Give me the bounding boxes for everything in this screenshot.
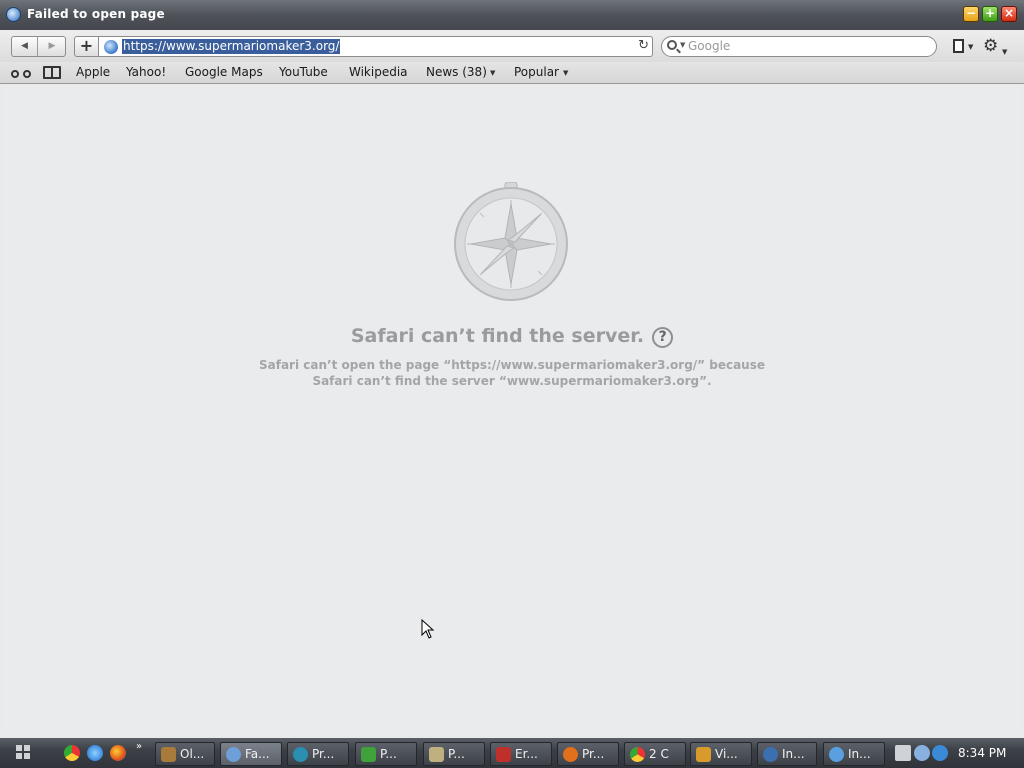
chrome-icon[interactable]	[64, 745, 80, 761]
bookmark-news[interactable]: News (38)	[426, 65, 487, 79]
error-line-1: Safari can’t open the page “https://www.…	[258, 358, 766, 372]
url-text[interactable]: https://www.supermariomaker3.org/	[122, 39, 341, 54]
mouse-cursor-icon	[421, 619, 435, 639]
globe-icon	[104, 40, 118, 54]
search-icon	[667, 40, 677, 50]
forward-button[interactable]: ▶	[39, 37, 65, 56]
bookmark-popular[interactable]: Popular	[514, 65, 559, 79]
maximize-button[interactable]: +	[982, 6, 998, 22]
bookmark-yahoo[interactable]: Yahoo!	[126, 65, 166, 79]
task-item[interactable]: Fa...	[220, 742, 282, 766]
search-placeholder: Google	[688, 39, 731, 53]
error-heading-text: Safari can’t find the server.	[350, 325, 645, 347]
page-icon	[953, 39, 964, 53]
help-button[interactable]: ?	[652, 327, 674, 348]
error-line-2: Safari can’t find the server “www.superm…	[312, 374, 712, 388]
bookmark-apple[interactable]: Apple	[76, 65, 110, 79]
taskbar: » Ol... Fa... Pr... P... P... Er... Pr..…	[0, 738, 1024, 768]
task-item[interactable]: Ol...	[155, 742, 215, 766]
task-item[interactable]: Er...	[490, 742, 552, 766]
close-button[interactable]: ×	[1001, 6, 1017, 22]
bookmark-google-maps[interactable]: Google Maps	[185, 65, 263, 79]
keyboard-icon[interactable]	[895, 745, 911, 761]
title-bar: Failed to open page − + ×	[0, 0, 1024, 30]
error-heading: Safari can’t find the server.?	[3, 325, 1021, 348]
error-message: Safari can’t open the page “https://www.…	[3, 357, 1021, 389]
tray-arrow-icon[interactable]	[914, 745, 930, 761]
nav-buttons: ◀ ▶	[11, 36, 66, 57]
start-button[interactable]	[14, 743, 40, 763]
add-bookmark-button[interactable]: +	[74, 36, 99, 57]
internet-explorer-icon[interactable]	[87, 745, 103, 761]
chevron-down-icon: ▼	[563, 69, 569, 77]
window-title: Failed to open page	[27, 7, 165, 21]
bookmark-wikipedia[interactable]: Wikipedia	[349, 65, 408, 79]
chevron-down-icon: ▼	[1002, 48, 1008, 56]
bookmark-youtube[interactable]: YouTube	[279, 65, 328, 79]
task-item[interactable]: 2 C	[624, 742, 686, 766]
compass-icon	[454, 182, 568, 301]
task-item[interactable]: In...	[757, 742, 817, 766]
address-bar[interactable]: https://www.supermariomaker3.org/ ↻	[99, 36, 653, 57]
task-item[interactable]: Vi...	[690, 742, 752, 766]
reload-icon[interactable]: ↻	[638, 38, 649, 53]
browser-toolbar: ◀ ▶ + https://www.supermariomaker3.org/ …	[0, 30, 1024, 62]
settings-menu-button[interactable]: ⚙ ▼	[983, 37, 1009, 57]
page-content: Safari can’t find the server.? Safari ca…	[3, 85, 1021, 735]
task-item[interactable]: P...	[355, 742, 417, 766]
chevron-down-icon: ▼	[490, 69, 496, 77]
task-item[interactable]: Pr...	[287, 742, 349, 766]
chevron-down-icon: ▼	[968, 43, 974, 51]
chevron-down-icon: ▼	[680, 41, 686, 49]
firefox-icon[interactable]	[110, 745, 126, 761]
page-menu-button[interactable]: ▼	[953, 39, 977, 56]
bookmarks-icon[interactable]	[43, 66, 61, 79]
safari-icon	[6, 7, 21, 22]
minimize-button[interactable]: −	[963, 6, 979, 22]
more-icon[interactable]: »	[136, 741, 142, 752]
reading-list-icon[interactable]	[11, 68, 33, 78]
search-field[interactable]: ▼ Google	[661, 36, 937, 57]
gear-icon: ⚙	[983, 36, 999, 56]
back-button[interactable]: ◀	[12, 37, 38, 56]
task-item[interactable]: In...	[823, 742, 885, 766]
clock: 8:34 PM	[958, 746, 1007, 760]
task-item[interactable]: P...	[423, 742, 485, 766]
bookmarks-bar: Apple Yahoo! Google Maps YouTube Wikiped…	[0, 62, 1024, 84]
task-item[interactable]: Pr...	[557, 742, 619, 766]
tray-app-icon[interactable]	[932, 745, 948, 761]
